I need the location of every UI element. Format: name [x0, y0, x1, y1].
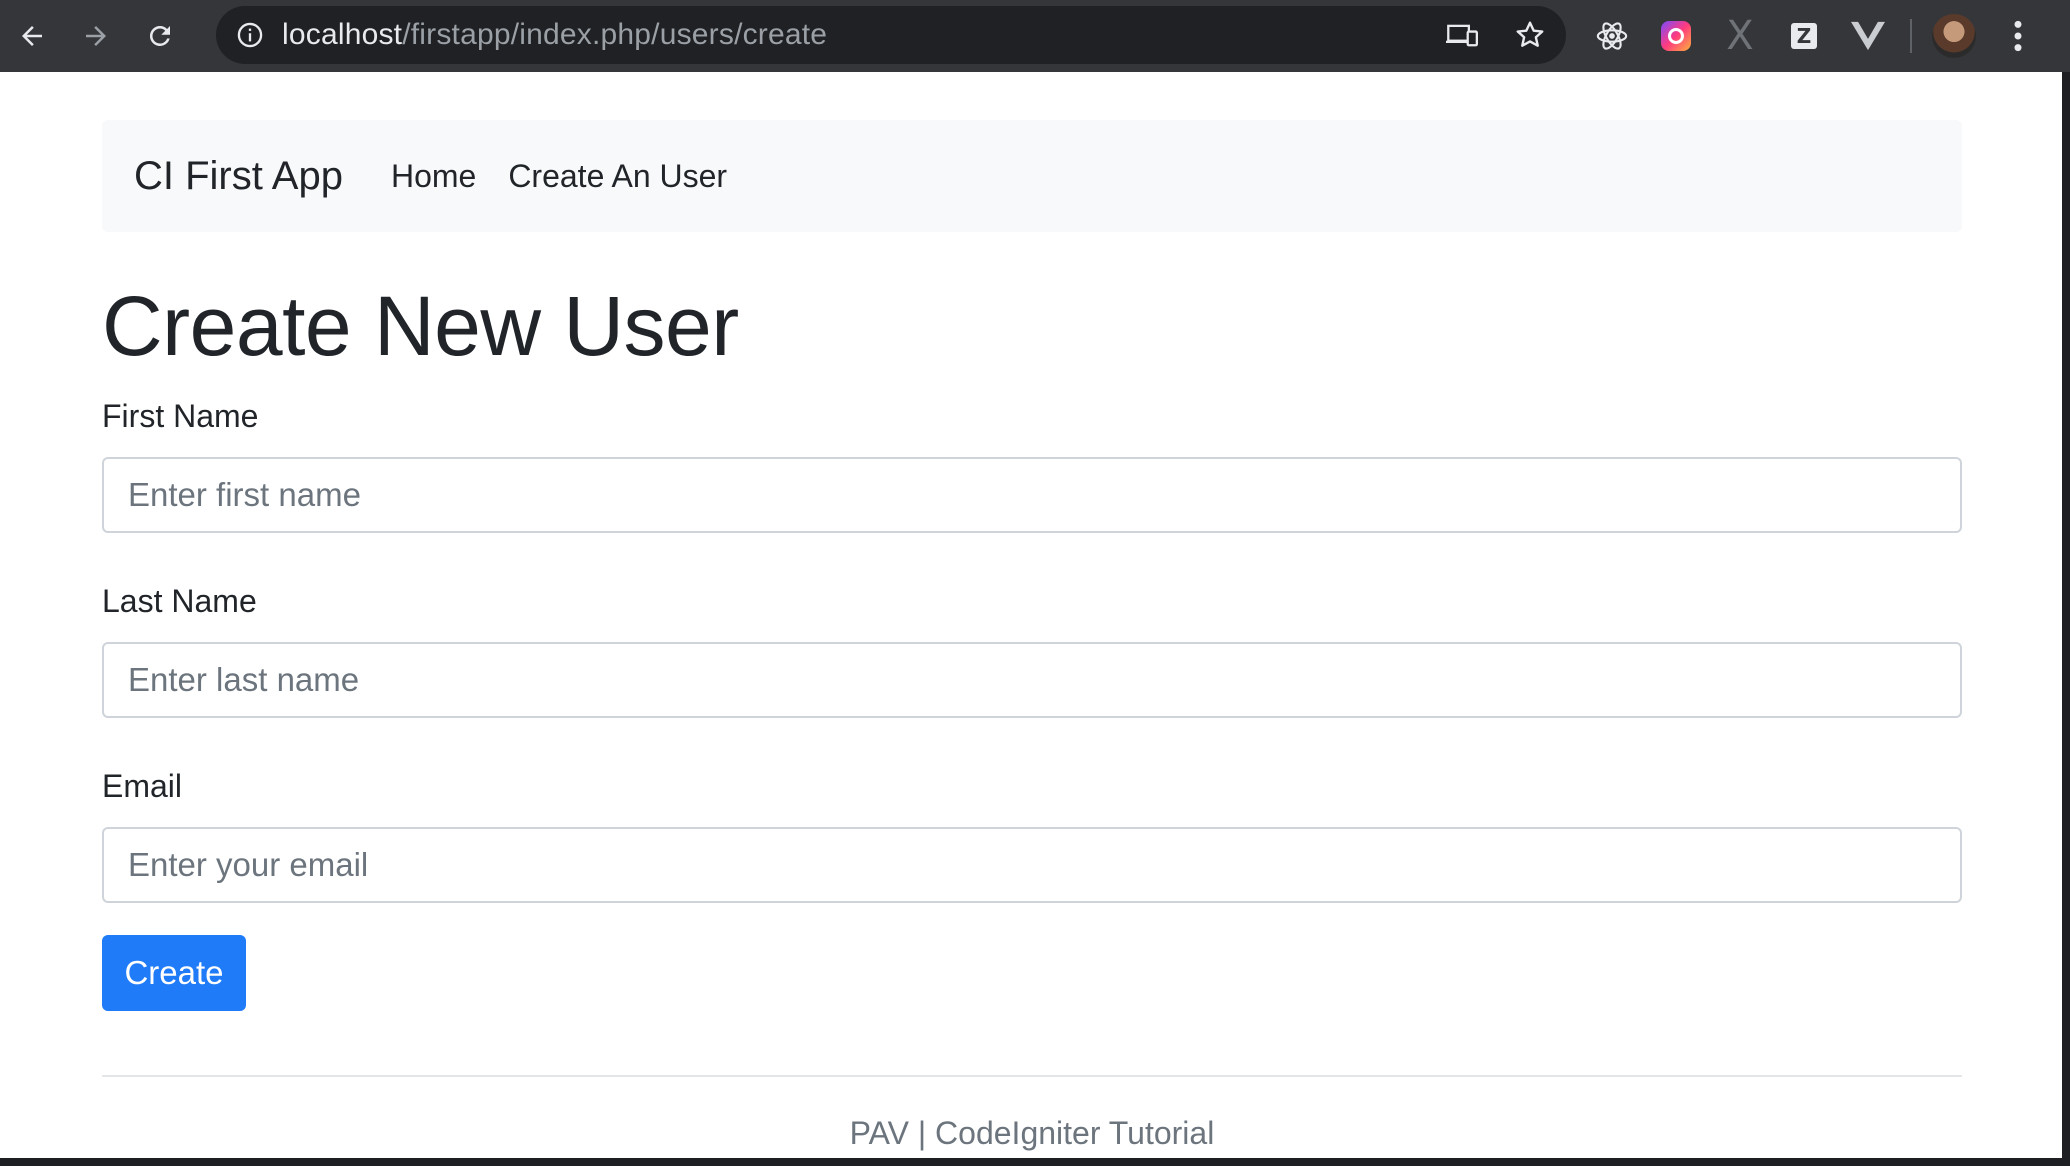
info-icon[interactable] [236, 21, 264, 49]
profile-button[interactable] [1922, 0, 1986, 72]
z-extension-icon: Z [1791, 23, 1817, 49]
react-devtools-icon [1596, 22, 1628, 50]
window-edge-right [2062, 72, 2070, 1166]
z-extension-button[interactable]: Z [1772, 0, 1836, 72]
first-name-label: First Name [102, 398, 259, 434]
navbar-brand[interactable]: CI First App [134, 154, 343, 199]
browser-menu-button[interactable] [1986, 0, 2050, 72]
reload-icon [149, 25, 170, 46]
email-label: Email [102, 768, 183, 804]
url-host: localhost [282, 18, 403, 51]
toolbar-separator [1910, 19, 1912, 53]
arrow-right-icon [86, 26, 106, 46]
email-group: Email [102, 768, 1962, 903]
last-name-label: Last Name [102, 583, 257, 619]
create-user-form: First Name Last Name Email Create [102, 398, 1962, 1011]
arrow-left-icon [22, 26, 42, 46]
instagram-extension-button[interactable] [1644, 0, 1708, 72]
star-icon[interactable] [1514, 19, 1546, 51]
footer-divider [102, 1075, 1962, 1077]
x-extension-button[interactable]: X [1708, 0, 1772, 72]
navbar: CI First App Home Create An User [102, 120, 1962, 232]
back-button[interactable] [0, 0, 64, 72]
extensions-bar: X Z [1580, 0, 2050, 72]
footer-text: PAV | CodeIgniter Tutorial [849, 1115, 1215, 1151]
reload-button[interactable] [128, 0, 192, 72]
last-name-input[interactable] [102, 642, 1962, 718]
profile-avatar [1932, 14, 1976, 58]
nav-link-home[interactable]: Home [391, 158, 476, 195]
url-path: /firstapp/index.php/users/create [402, 18, 828, 51]
devices-icon[interactable] [1446, 21, 1478, 49]
instagram-icon [1661, 21, 1691, 51]
browser-toolbar: localhost/firstapp/index.php/users/creat… [0, 0, 2070, 72]
email-input[interactable] [102, 827, 1962, 903]
nav-link-create-user[interactable]: Create An User [508, 158, 727, 195]
vue-devtools-button[interactable] [1836, 0, 1900, 72]
last-name-group: Last Name [102, 583, 1962, 718]
vue-devtools-icon [1851, 21, 1885, 51]
page-title: Create New User [102, 279, 739, 373]
first-name-input[interactable] [102, 457, 1962, 533]
page-container: CI First App Home Create An User Create … [102, 120, 1962, 1152]
create-button[interactable]: Create [102, 935, 246, 1011]
window-edge-bottom [0, 1158, 2062, 1166]
react-devtools-button[interactable] [1580, 0, 1644, 72]
first-name-group: First Name [102, 398, 1962, 533]
page-viewport: CI First App Home Create An User Create … [0, 72, 2062, 1158]
x-extension-icon: X [1726, 13, 1754, 59]
forward-button[interactable] [64, 0, 128, 72]
address-bar[interactable]: localhost/firstapp/index.php/users/creat… [216, 6, 1566, 64]
kebab-menu-icon [2014, 20, 2022, 52]
url-text[interactable]: localhost/firstapp/index.php/users/creat… [282, 18, 827, 52]
